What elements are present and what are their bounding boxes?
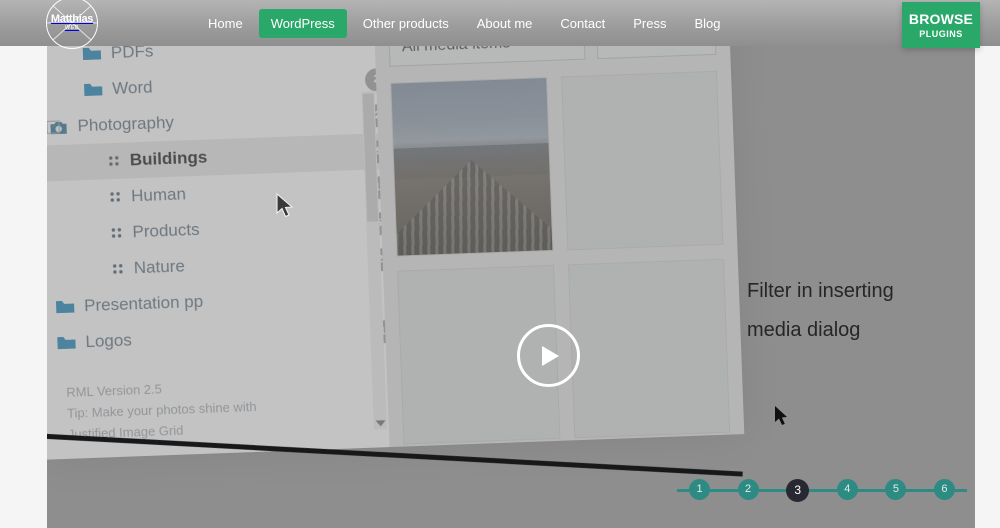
page-root: PDFsWord2−Photography2Buildings9Human13P… — [0, 0, 1000, 528]
tree-item-label: Buildings — [129, 147, 208, 170]
tree-item-label: Photography — [77, 112, 175, 136]
folder-icon — [55, 298, 76, 315]
main-nav: Home WordPress Other products About me Conta… — [196, 0, 732, 46]
slide-caption: Filter in inserting media dialog — [747, 272, 952, 350]
rml-footer: RML Version 2.5 Tip: Make your photos sh… — [66, 375, 258, 445]
folder-tree: PDFsWord2−Photography2Buildings9Human13P… — [47, 46, 398, 362]
nav-item-blog[interactable]: Blog — [682, 9, 732, 38]
tree-item-label: Presentation pp — [83, 291, 204, 316]
browse-plugins-line1: BROWSE — [908, 11, 974, 27]
play-video-button[interactable] — [517, 324, 580, 387]
nav-item-other-products[interactable]: Other products — [351, 9, 461, 38]
site-logo[interactable]: Matthias WEB — [46, 0, 98, 49]
slider-pagination: 1 2 3 4 5 6 — [677, 478, 967, 502]
pagination-dots: 1 2 3 4 5 6 — [677, 478, 967, 502]
media-library-content: All media items All dates — [373, 46, 745, 448]
slider-slide: PDFsWord2−Photography2Buildings9Human13P… — [47, 46, 975, 528]
pagination-dot-2[interactable]: 2 — [737, 478, 759, 500]
play-icon — [542, 345, 559, 366]
grip-icon — [109, 190, 122, 203]
folder-icon — [56, 334, 77, 351]
mouse-cursor-sidebar — [276, 192, 294, 218]
mouse-cursor-slide — [775, 406, 787, 425]
media-grid — [376, 54, 745, 461]
date-filter-value: All dates — [609, 46, 671, 49]
media-type-value: All media items — [402, 46, 511, 56]
tree-item-label: PDFs — [110, 46, 154, 63]
pagination-dot-6[interactable]: 6 — [933, 478, 955, 500]
tree-item-label: Nature — [133, 256, 186, 278]
pagination-dot-3[interactable]: 3 — [786, 478, 810, 502]
media-thumbnail-photo[interactable] — [390, 77, 553, 257]
pagination-dot-1[interactable]: 1 — [689, 478, 710, 500]
grip-icon — [110, 226, 123, 239]
site-header: Matthias WEB Home WordPress Other products… — [0, 0, 1000, 49]
nav-item-about-me[interactable]: About me — [465, 9, 545, 38]
nav-item-wordpress[interactable]: WordPress — [258, 8, 347, 38]
logo-sub-text: WEB — [64, 25, 80, 31]
nav-item-home[interactable]: Home — [196, 9, 255, 38]
screenshot-photo: PDFsWord2−Photography2Buildings9Human13P… — [47, 46, 745, 477]
media-library-sidebar: PDFsWord2−Photography2Buildings9Human13P… — [47, 46, 398, 460]
logo-brand-text: Matthias — [50, 13, 94, 25]
tree-item-label: Word — [111, 77, 153, 98]
pagination-dot-4[interactable]: 4 — [836, 478, 858, 500]
slide-caption-line2: media dialog — [747, 319, 861, 341]
slide-caption-line1: Filter in inserting — [747, 280, 894, 302]
nav-item-press[interactable]: Press — [621, 9, 678, 38]
folder-icon — [82, 46, 103, 62]
nav-item-contact[interactable]: Contact — [548, 9, 617, 38]
tree-collapse-toggle[interactable]: − — [47, 120, 60, 134]
scroll-down-arrow-icon[interactable] — [375, 420, 386, 427]
grip-icon — [112, 262, 125, 275]
tree-item-label: Products — [132, 219, 200, 242]
browse-plugins-button[interactable]: BROWSE PLUGINS — [902, 2, 980, 48]
folder-icon — [83, 81, 104, 98]
browse-plugins-line2: PLUGINS — [919, 29, 963, 39]
media-thumbnail-empty[interactable] — [560, 70, 724, 251]
tree-item-label: Logos — [85, 330, 133, 352]
grip-icon — [108, 154, 121, 167]
pagination-dot-5[interactable]: 5 — [885, 478, 907, 500]
tree-item-label: Human — [130, 184, 187, 206]
media-thumbnail-empty[interactable] — [567, 258, 731, 439]
